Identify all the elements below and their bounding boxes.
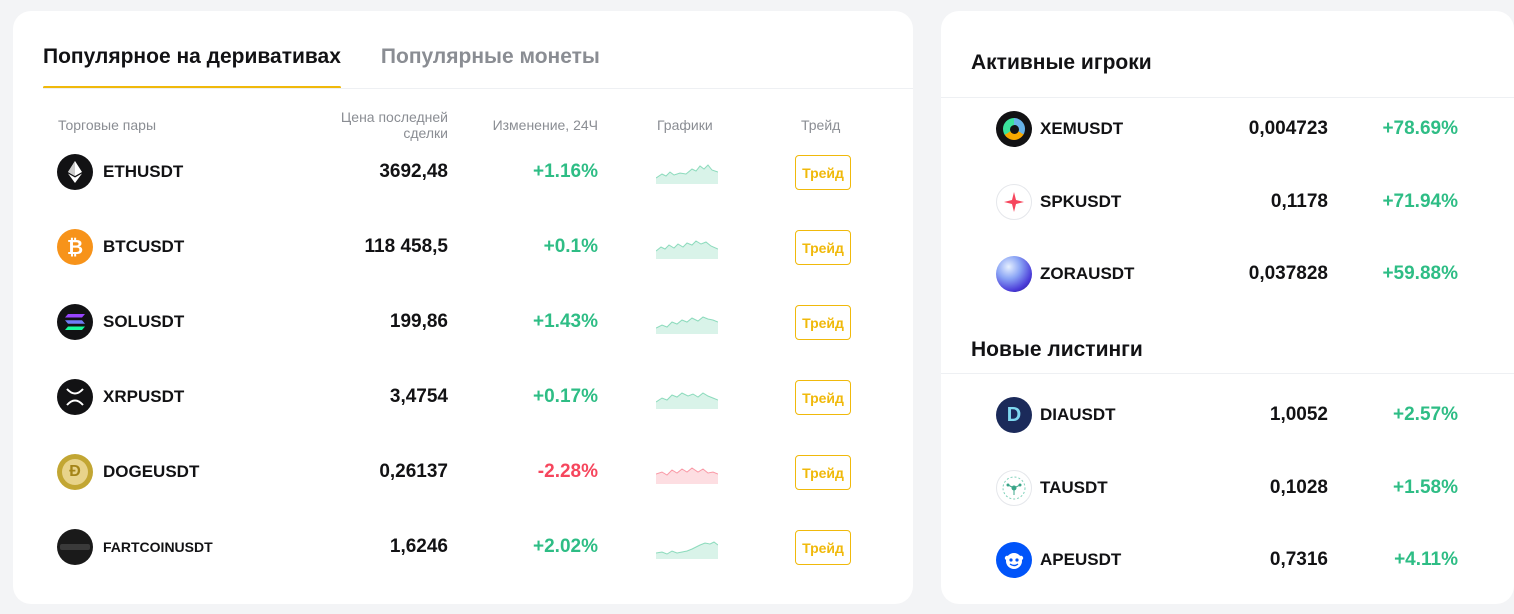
pair-name: XRPUSDT <box>103 387 185 406</box>
pair-name: FARTCOINUSDT <box>103 539 213 555</box>
fartcoin-icon <box>57 529 93 565</box>
last-price: 3,4754 <box>389 386 448 407</box>
table-row[interactable]: Ð DOGEUSDT 0,26137 -2.28% Трейд <box>13 442 913 502</box>
pair-name: ETHUSDT <box>103 162 184 181</box>
last-price: 199,86 <box>389 311 448 332</box>
zora-icon <box>996 256 1032 292</box>
tab-popular-coins[interactable]: Популярные монеты <box>381 43 600 87</box>
last-price: 1,0052 <box>1269 404 1328 425</box>
table-row[interactable]: ETHUSDT 3692,48 +1.16% Трейд <box>13 142 913 202</box>
header-charts: Графики <box>657 117 713 133</box>
table-row[interactable]: XRPUSDT 3,4754 +0.17% Трейд <box>13 367 913 427</box>
pair-name: SOLUSDT <box>103 312 185 331</box>
pair-name: ZORAUSDT <box>1040 264 1135 283</box>
header-last-price-line1: Цена последней <box>340 109 448 125</box>
change-24h: +0.1% <box>543 236 598 257</box>
change-24h: +78.69% <box>1382 118 1458 139</box>
change-24h: +1.16% <box>533 161 598 182</box>
header-pairs: Торговые пары <box>58 117 157 133</box>
tau-icon <box>996 470 1032 506</box>
pair-name: SPKUSDT <box>1040 192 1122 211</box>
trade-button[interactable]: Трейд <box>795 230 851 265</box>
apecoin-icon <box>996 542 1032 578</box>
last-price: 0,1028 <box>1269 477 1328 498</box>
section-title-new-listings: Новые листинги <box>971 338 1143 361</box>
sparkline-chart <box>656 467 718 484</box>
sparkline-chart <box>656 316 718 334</box>
tab-popular-derivatives[interactable]: Популярное на деривативах <box>43 43 341 89</box>
header-last-price: Цена последней сделки <box>308 109 448 141</box>
change-24h: +0.17% <box>533 386 598 407</box>
change-24h: +71.94% <box>1382 191 1458 212</box>
section-divider <box>941 97 1514 98</box>
last-price: 118 458,5 <box>364 236 448 257</box>
pair-name: TAUSDT <box>1040 478 1108 497</box>
last-price: 3692,48 <box>379 161 448 182</box>
trade-button[interactable]: Трейд <box>795 380 851 415</box>
header-change-24h: Изменение, 24Ч <box>492 117 598 133</box>
header-last-price-line2: сделки <box>403 125 448 141</box>
sparkline-chart <box>656 164 718 184</box>
change-24h: +4.11% <box>1394 549 1458 570</box>
ethereum-icon <box>57 154 93 190</box>
list-item[interactable]: D DIAUSDT 1,0052 +2.57% <box>941 385 1514 445</box>
change-24h: -2.28% <box>537 461 598 482</box>
last-price: 1,6246 <box>389 536 448 557</box>
change-24h: +2.02% <box>533 536 598 557</box>
section-divider <box>941 373 1514 374</box>
solana-icon <box>57 304 93 340</box>
header-trade: Трейд <box>801 117 841 133</box>
change-24h: +1.43% <box>533 311 598 332</box>
trade-button[interactable]: Трейд <box>795 455 851 490</box>
last-price: 0,037828 <box>1248 263 1328 284</box>
last-price: 0,7316 <box>1269 549 1328 570</box>
table-row[interactable]: ₿ BTCUSDT 118 458,5 +0.1% Трейд <box>13 217 913 277</box>
change-24h: +59.88% <box>1382 263 1458 284</box>
dia-icon: D <box>996 397 1032 433</box>
sparkline-chart <box>656 541 718 559</box>
sparkline-chart <box>656 240 718 259</box>
tabs-divider <box>43 88 913 89</box>
last-price: 0,004723 <box>1248 118 1328 139</box>
bitcoin-icon: ₿ <box>57 229 93 265</box>
pair-name: XEMUSDT <box>1040 119 1124 138</box>
trade-button[interactable]: Трейд <box>795 530 851 565</box>
list-item[interactable]: APEUSDT 0,7316 +4.11% <box>941 530 1514 590</box>
list-item[interactable]: XEMUSDT 0,004723 +78.69% <box>941 99 1514 159</box>
dogecoin-icon: Ð <box>57 454 93 490</box>
derivatives-card: Популярное на деривативах Популярные мон… <box>13 11 913 604</box>
movers-card: Активные игроки XEMUSDT 0,004723 +78.69%… <box>941 11 1514 604</box>
section-title-active-players: Активные игроки <box>971 51 1152 74</box>
change-24h: +2.57% <box>1393 404 1458 425</box>
table-header: Торговые пары Цена последней сделки Изме… <box>13 101 913 141</box>
nem-icon <box>996 111 1032 147</box>
xrp-icon <box>57 379 93 415</box>
table-row[interactable]: SOLUSDT 199,86 +1.43% Трейд <box>13 292 913 352</box>
trade-button[interactable]: Трейд <box>795 305 851 340</box>
tabs: Популярное на деривативах Популярные мон… <box>43 43 600 89</box>
last-price: 0,1178 <box>1270 191 1328 212</box>
trade-button[interactable]: Трейд <box>795 155 851 190</box>
list-item[interactable]: SPKUSDT 0,1178 +71.94% <box>941 172 1514 232</box>
spark-icon <box>996 184 1032 220</box>
pair-name: APEUSDT <box>1040 550 1122 569</box>
change-24h: +1.58% <box>1393 477 1458 498</box>
list-item[interactable]: ZORAUSDT 0,037828 +59.88% <box>941 244 1514 304</box>
pair-name: DIAUSDT <box>1040 405 1116 424</box>
pair-name: BTCUSDT <box>103 237 185 256</box>
table-row[interactable]: FARTCOINUSDT 1,6246 +2.02% Трейд <box>13 517 913 577</box>
pair-name: DOGEUSDT <box>103 462 200 481</box>
last-price: 0,26137 <box>379 461 448 482</box>
list-item[interactable]: TAUSDT 0,1028 +1.58% <box>941 458 1514 518</box>
sparkline-chart <box>656 392 718 409</box>
